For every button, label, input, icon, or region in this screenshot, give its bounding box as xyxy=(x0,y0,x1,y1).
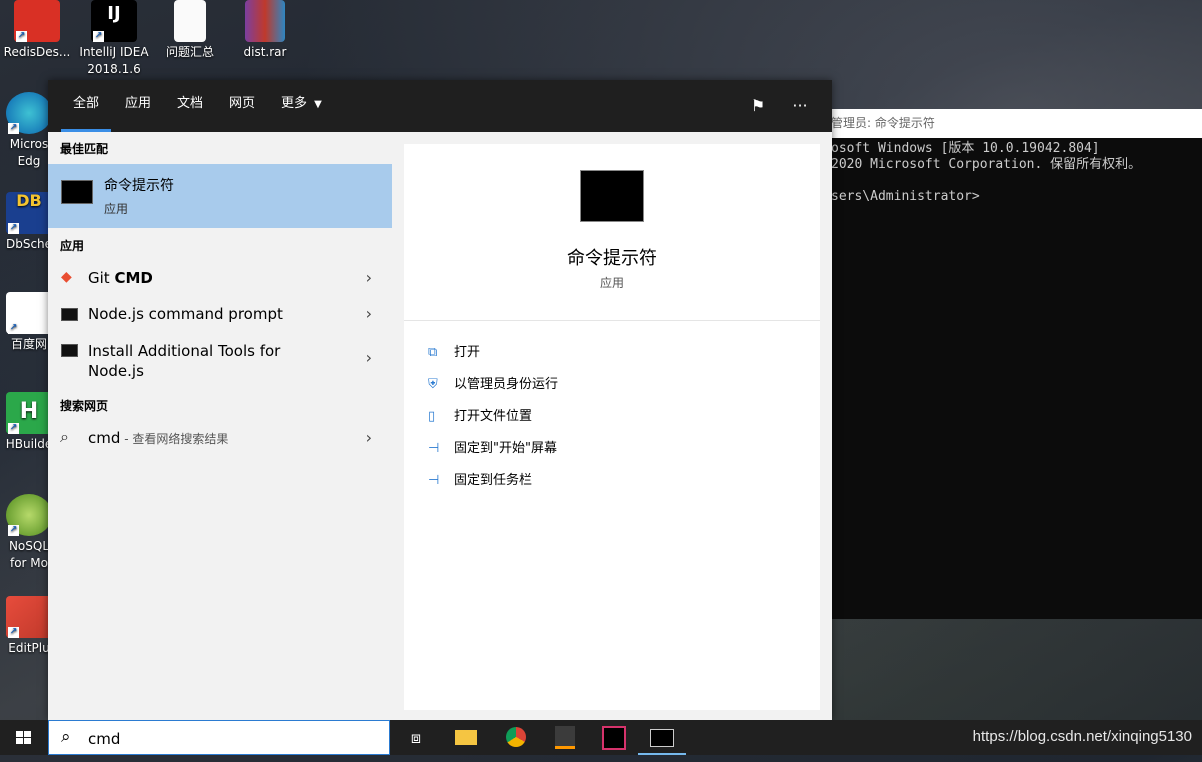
chevron-right-icon[interactable]: › xyxy=(366,428,372,447)
intellij-taskbar-icon[interactable] xyxy=(590,720,638,755)
cmd-icon xyxy=(61,180,93,204)
detail-pane: 命令提示符 应用 ⧉ 打开 ⛨ 以管理员身份运行 ▯ 打开文件位置 ⊣ 固定到"开始"屏… xyxy=(404,144,820,710)
dbschema-icon: DB ↗ xyxy=(6,192,52,234)
chevron-down-icon: ▼ xyxy=(314,99,322,110)
best-match-subtitle: 应用 xyxy=(104,202,129,216)
action-open-file-location[interactable]: ▯ 打开文件位置 xyxy=(428,405,532,424)
terminal-line: ​ xyxy=(831,173,1202,189)
edge-icon: ↗ xyxy=(6,92,52,134)
sublime-text-icon[interactable] xyxy=(541,720,589,755)
baidu-netdisk-icon: ↗ xyxy=(6,292,52,334)
item-label: cmd - 查看网络搜索结果 xyxy=(88,429,229,447)
action-pin-start[interactable]: ⊣ 固定到"开始"屏幕 xyxy=(428,437,557,456)
shield-icon: ⛨ xyxy=(428,377,438,392)
results-list: 最佳匹配 命令提示符 应用 应用 ◆ Git CMD › Node.js com… xyxy=(48,132,404,720)
list-item-node-prompt[interactable]: Node.js command prompt › xyxy=(48,296,392,332)
desktop-icon-intellij[interactable]: IJ ↗ IntelliJ IDEA 2018.1.6 xyxy=(77,0,151,78)
task-view-icon[interactable]: ⧈ xyxy=(392,720,440,755)
document-icon xyxy=(174,0,206,42)
chrome-icon[interactable] xyxy=(492,720,540,755)
git-icon: ◆ xyxy=(61,269,72,285)
tab-more[interactable]: 更多 ▼ xyxy=(269,80,334,132)
terminal-line: osoft Windows [版本 10.0.19042.804] xyxy=(831,141,1100,156)
redis-icon: ↗ xyxy=(14,0,60,42)
desktop-icon-rar[interactable]: dist.rar xyxy=(228,0,302,61)
best-match-title: 命令提示符 xyxy=(104,178,174,194)
list-item-node-tools[interactable]: Install Additional Tools for Node.js › xyxy=(48,332,392,384)
list-item-git-cmd[interactable]: ◆ Git CMD › xyxy=(48,260,392,296)
tab-more-label: 更多 xyxy=(281,96,308,111)
action-pin-taskbar[interactable]: ⊣ 固定到任务栏 xyxy=(428,469,532,488)
tab-web[interactable]: 网页 xyxy=(217,80,267,132)
nosqlbooster-icon: ↗ xyxy=(6,494,52,536)
feedback-icon[interactable]: ⚑ xyxy=(746,94,770,118)
search-tabs-bar: 全部 应用 文档 网页 更多 ▼ ⚑ ··· xyxy=(48,80,832,132)
intellij-icon: IJ ↗ xyxy=(91,0,137,42)
winrar-icon xyxy=(245,0,285,42)
section-apps: 应用 xyxy=(60,239,85,253)
search-icon: ⌕ xyxy=(61,727,71,747)
item-label: Git CMD xyxy=(88,269,153,287)
chevron-right-icon[interactable]: › xyxy=(366,304,372,323)
cmd-large-icon xyxy=(580,170,644,222)
open-icon: ⧉ xyxy=(428,345,438,360)
detail-title: 命令提示符 xyxy=(567,248,657,269)
list-item-web-search[interactable]: ⌕ cmd - 查看网络搜索结果 › xyxy=(48,420,392,456)
tab-apps[interactable]: 应用 xyxy=(113,80,163,132)
file-location-icon: ▯ xyxy=(428,409,436,424)
terminal-line: 2020 Microsoft Corporation. 保留所有权利。 xyxy=(831,157,1142,172)
terminal-line: sers\Administrator> xyxy=(831,189,980,204)
pin-icon: ⊣ xyxy=(428,473,440,488)
watermark-url: https://blog.csdn.net/xinqing5130 xyxy=(972,728,1192,745)
terminal-icon xyxy=(61,308,78,321)
item-label: Install Additional Tools for Node.js xyxy=(88,342,281,380)
more-options-icon[interactable]: ··· xyxy=(788,94,812,118)
terminal-title: 管理员: 命令提示符 xyxy=(831,109,1202,138)
search-icon: ⌕ xyxy=(60,427,69,446)
taskbar-search-box[interactable]: ⌕ cmd xyxy=(48,720,390,755)
cmd-taskbar-icon[interactable] xyxy=(638,720,686,755)
detail-header: 命令提示符 应用 xyxy=(404,144,820,321)
search-panel: 全部 应用 文档 网页 更多 ▼ ⚑ ··· 最佳匹配 命令提示符 应用 应用 … xyxy=(48,80,832,720)
terminal-window[interactable]: 管理员: 命令提示符 osoft Windows [版本 10.0.19042.… xyxy=(831,109,1202,619)
windows-logo-icon xyxy=(16,731,31,744)
item-label: Node.js command prompt xyxy=(88,305,283,323)
section-best-match: 最佳匹配 xyxy=(60,142,109,156)
search-input[interactable]: cmd xyxy=(88,730,120,748)
hbuilder-icon: H ↗ xyxy=(6,392,52,434)
pin-icon: ⊣ xyxy=(428,441,440,456)
section-web: 搜索网页 xyxy=(60,399,109,413)
best-match-item[interactable]: 命令提示符 应用 xyxy=(48,164,392,228)
taskbar: ⌕ cmd ⧈ https://blog.csdn.net/xinqing513… xyxy=(0,720,1202,755)
tab-all[interactable]: 全部 xyxy=(61,80,112,132)
tab-documents[interactable]: 文档 xyxy=(165,80,215,132)
desktop-icon-redis[interactable]: ↗ RedisDes... xyxy=(0,0,74,61)
file-explorer-icon[interactable] xyxy=(442,720,490,755)
start-button[interactable] xyxy=(0,720,48,755)
detail-subtitle: 应用 xyxy=(599,276,624,290)
editplus-icon: ↗ xyxy=(6,596,52,638)
chevron-right-icon[interactable]: › xyxy=(366,268,372,287)
desktop-icon-doc[interactable]: 问题汇总 xyxy=(153,0,227,61)
action-open[interactable]: ⧉ 打开 xyxy=(428,341,480,360)
terminal-icon xyxy=(61,344,78,357)
action-run-as-admin[interactable]: ⛨ 以管理员身份运行 xyxy=(428,373,558,392)
chevron-right-icon[interactable]: › xyxy=(366,348,372,367)
